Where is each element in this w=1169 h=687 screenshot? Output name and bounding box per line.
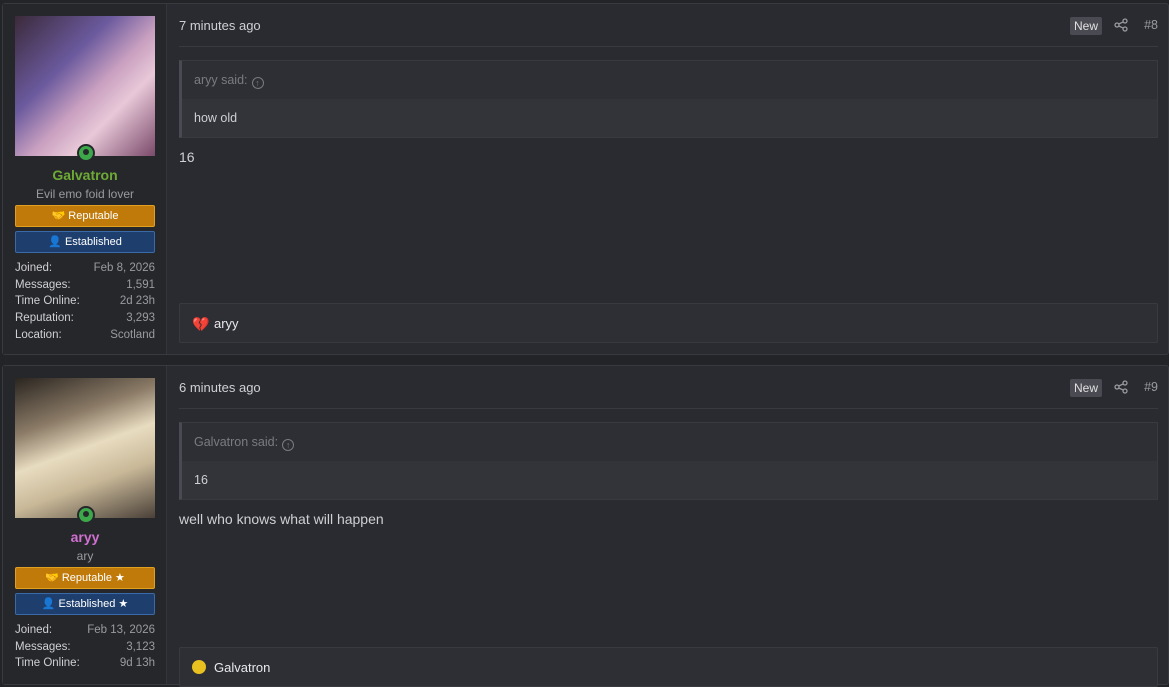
stat-row: Messages: 1,591	[15, 277, 155, 294]
stat-row: Time Online: 2d 23h	[15, 293, 155, 310]
reaction-user[interactable]: aryy	[214, 316, 239, 331]
stat-key: Joined:	[15, 624, 53, 636]
post-body: 16	[179, 149, 195, 165]
stat-key: Reputation:	[15, 312, 74, 325]
stat-row: Joined: Feb 13, 2026	[15, 622, 155, 639]
post-main: 7 minutes ago New #8 aryy said: ↑ how old…	[179, 4, 1158, 354]
post-time[interactable]: 7 minutes ago	[179, 18, 261, 33]
reactions-bar[interactable]: Galvatron	[179, 647, 1158, 687]
post-number[interactable]: #9	[1144, 380, 1158, 394]
stat-row: Reputation: 3,293	[15, 310, 155, 327]
reputable-banner: 🤝 Reputable	[15, 205, 155, 227]
online-status-icon	[77, 506, 95, 524]
post-main: 6 minutes ago New #9 Galvatron said: ↑ 16…	[179, 366, 1158, 687]
stat-row: Time Online: 9d 13h	[15, 655, 155, 672]
user-stats: Joined: Feb 8, 2026 Messages: 1,591 Time O…	[15, 260, 155, 343]
stat-key: Joined:	[15, 262, 53, 274]
quote-block: aryy said: ↑ how old	[179, 60, 1158, 138]
post-header: 7 minutes ago New #8	[179, 4, 1158, 47]
quote-text: how old	[194, 111, 238, 125]
new-badge: New	[1069, 379, 1102, 397]
broken-heart-icon: 💔	[192, 316, 210, 332]
stat-row: Messages: 3,123	[15, 639, 155, 656]
post-9: aryy ary 🤝 Reputable ★ 👤 Established ★ J…	[2, 365, 1169, 687]
quote-text: 16	[194, 473, 208, 487]
username[interactable]: Galvatron	[3, 167, 167, 183]
online-status-icon	[77, 144, 95, 162]
jump-to-quote-icon[interactable]: ↑	[251, 77, 264, 89]
new-badge: New	[1069, 17, 1102, 35]
share-icon[interactable]	[1114, 18, 1128, 32]
user-sidebar: Galvatron Evil emo foid lover 🤝 Reputabl…	[3, 4, 167, 354]
stat-key: Time Online:	[15, 295, 80, 308]
stat-key: Time Online:	[15, 657, 80, 670]
stat-key: Location:	[15, 328, 62, 341]
user-sidebar: aryy ary 🤝 Reputable ★ 👤 Established ★ J…	[3, 366, 167, 684]
post-8: Galvatron Evil emo foid lover 🤝 Reputabl…	[2, 3, 1169, 355]
stat-key: Messages:	[15, 640, 71, 653]
post-number[interactable]: #8	[1144, 18, 1158, 32]
username[interactable]: aryy	[3, 529, 167, 545]
user-stats: Joined: Feb 13, 2026 Messages: 3,123 Time …	[15, 622, 155, 672]
quote-author[interactable]: Galvatron said: ↑	[194, 435, 295, 451]
avatar[interactable]	[15, 16, 155, 156]
reactions-bar[interactable]: 💔 aryy	[179, 303, 1158, 343]
stat-value: 9d 13h	[119, 657, 155, 670]
stat-row: Joined: Feb 8, 2026	[15, 260, 155, 277]
reputable-banner: 🤝 Reputable ★	[15, 567, 155, 589]
stat-value: Feb 8, 2026	[93, 262, 155, 274]
stat-value: 1,591	[126, 278, 155, 291]
share-icon[interactable]	[1114, 380, 1128, 394]
established-banner: 👤 Established ★	[15, 593, 155, 615]
stat-value: Scotland	[110, 328, 155, 341]
user-title: Evil emo foid lover	[35, 187, 135, 201]
stat-row: Location: Scotland	[15, 327, 155, 344]
quote-body: 16	[182, 461, 1157, 499]
stat-value: 3,293	[126, 312, 155, 325]
smile-icon	[192, 660, 208, 676]
post-time[interactable]: 6 minutes ago	[179, 380, 261, 395]
post-header: 6 minutes ago New #9	[179, 366, 1158, 409]
user-title: ary	[76, 549, 94, 563]
quote-author[interactable]: aryy said: ↑	[194, 73, 264, 89]
quote-block: Galvatron said: ↑ 16	[179, 422, 1158, 500]
post-body: well who knows what will happen	[179, 511, 384, 527]
stat-value: 3,123	[126, 640, 155, 653]
stat-value: Feb 13, 2026	[87, 624, 155, 636]
jump-to-quote-icon[interactable]: ↑	[282, 439, 295, 451]
quote-body: how old	[182, 99, 1157, 137]
stat-key: Messages:	[15, 278, 71, 291]
stat-value: 2d 23h	[119, 295, 155, 308]
established-banner: 👤 Established	[15, 231, 155, 253]
avatar[interactable]	[15, 378, 155, 518]
